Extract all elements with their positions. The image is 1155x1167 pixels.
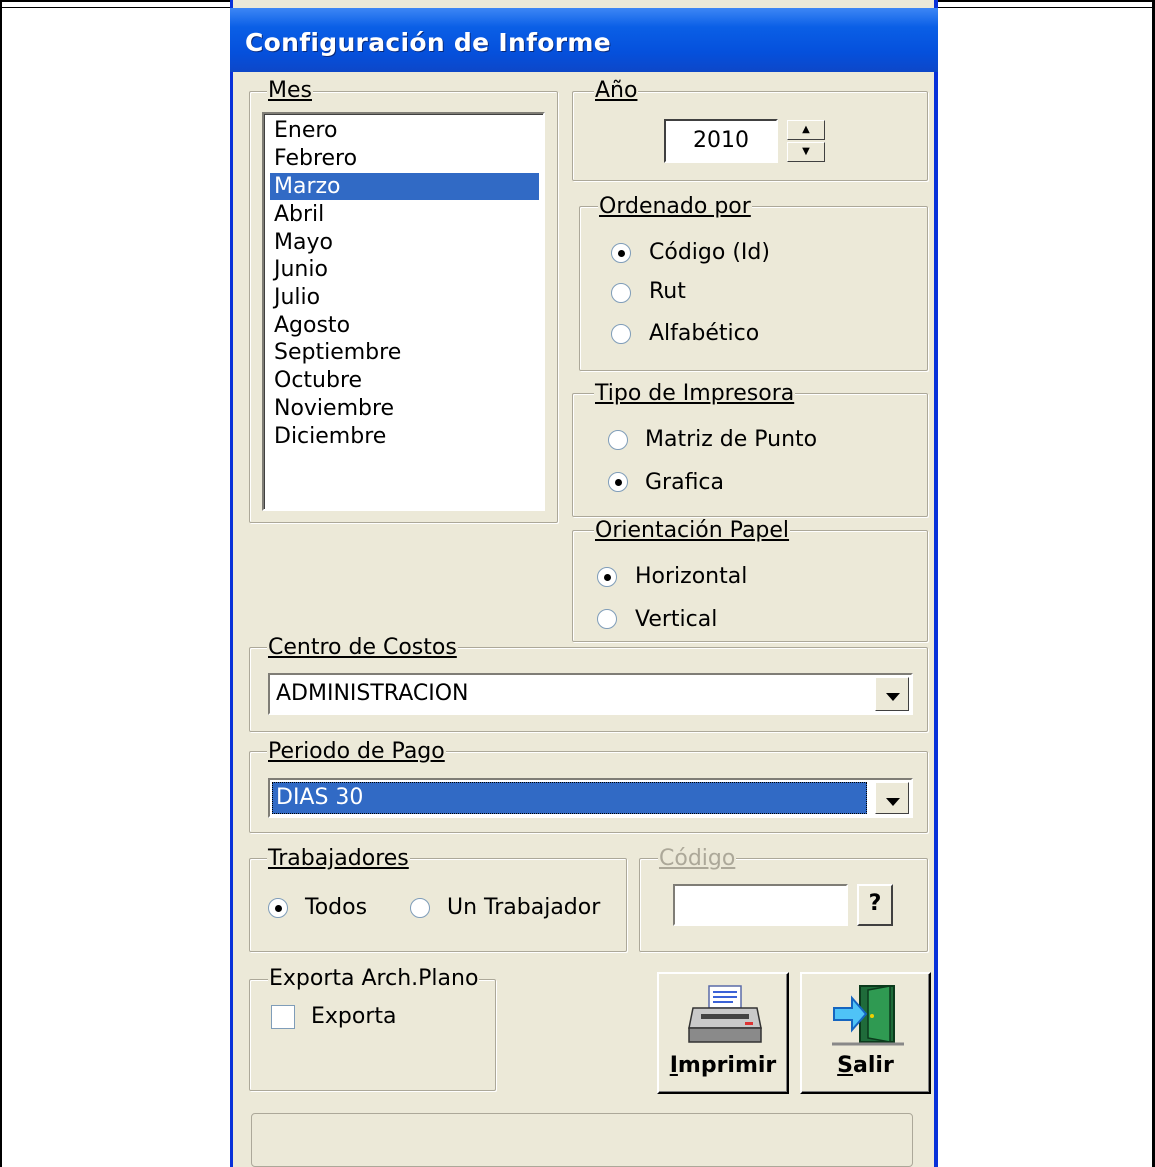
radio-rut-label: Rut xyxy=(649,279,686,304)
printer-icon xyxy=(688,985,762,1043)
radio-alfabetico[interactable] xyxy=(611,324,631,344)
centro-combo[interactable]: ADMINISTRACION xyxy=(268,673,913,715)
impresora-group xyxy=(572,393,928,517)
radio-alfabetico-label: Alfabético xyxy=(649,321,760,346)
imprimir-label: Imprimir xyxy=(659,1053,787,1078)
radio-todos[interactable] xyxy=(268,898,288,918)
radio-matriz-label: Matriz de Punto xyxy=(645,427,818,452)
imprimir-mnemonic: I xyxy=(669,1053,678,1078)
month-listbox[interactable]: Enero Febrero Marzo Abril Mayo Junio Jul… xyxy=(262,112,545,511)
year-up-button[interactable]: ▲ xyxy=(787,120,825,140)
radio-matriz[interactable] xyxy=(608,430,628,450)
month-item-selected[interactable]: Marzo xyxy=(270,173,539,200)
salir-label: Salir xyxy=(802,1053,929,1078)
ordenado-legend: Ordenado por xyxy=(598,194,752,220)
radio-todos-label: Todos xyxy=(305,895,368,920)
chevron-down-icon[interactable] xyxy=(875,677,909,711)
orientacion-legend: Orientación Papel xyxy=(594,518,791,544)
month-item[interactable]: Julio xyxy=(270,284,539,311)
codigo-input[interactable] xyxy=(673,884,848,926)
month-item[interactable]: Octubre xyxy=(270,367,539,394)
salir-label-rest: alir xyxy=(853,1053,894,1078)
frame-left-border xyxy=(0,0,2,1167)
radio-grafica-label: Grafica xyxy=(645,470,725,495)
month-item[interactable]: Noviembre xyxy=(270,395,539,422)
periodo-combo-value: DIAS 30 xyxy=(276,785,364,810)
radio-grafica[interactable] xyxy=(608,472,628,492)
status-bar xyxy=(251,1113,913,1167)
radio-un-trabajador[interactable] xyxy=(410,898,430,918)
centro-legend: Centro de Costos xyxy=(267,635,458,661)
anio-legend: Año xyxy=(594,78,639,104)
radio-horizontal-label: Horizontal xyxy=(635,564,748,589)
trabajadores-legend: Trabajadores xyxy=(267,846,410,872)
mes-legend: Mes xyxy=(267,78,313,104)
month-item[interactable]: Junio xyxy=(270,256,539,283)
radio-rut[interactable] xyxy=(611,283,631,303)
exit-door-icon xyxy=(832,985,904,1046)
orientacion-group xyxy=(572,530,928,642)
exporta-checkbox-label: Exporta xyxy=(311,1004,397,1029)
window-title: Configuración de Informe xyxy=(245,28,611,57)
month-item[interactable]: Agosto xyxy=(270,312,539,339)
month-item[interactable]: Febrero xyxy=(270,145,539,172)
window-right-edge xyxy=(934,0,938,1167)
codigo-legend: Código xyxy=(658,846,737,872)
chevron-down-icon[interactable] xyxy=(875,782,909,814)
codigo-lookup-button[interactable]: ? xyxy=(857,884,893,926)
radio-vertical[interactable] xyxy=(597,609,617,629)
radio-codigo[interactable] xyxy=(611,243,631,263)
month-item[interactable]: Mayo xyxy=(270,229,539,256)
window-left-edge xyxy=(230,0,233,1167)
year-input[interactable]: 2010 xyxy=(664,119,778,163)
imprimir-button[interactable]: Imprimir xyxy=(657,972,789,1094)
radio-codigo-label: Código (Id) xyxy=(649,240,770,265)
exporta-legend: Exporta Arch.Plano xyxy=(268,966,480,992)
exporta-checkbox[interactable] xyxy=(271,1005,295,1029)
impresora-legend: Tipo de Impresora xyxy=(594,381,796,407)
radio-horizontal[interactable] xyxy=(597,567,617,587)
radio-vertical-label: Vertical xyxy=(635,607,718,632)
year-down-button[interactable]: ▼ xyxy=(787,142,825,162)
imprimir-label-rest: mprimir xyxy=(677,1053,777,1078)
periodo-legend: Periodo de Pago xyxy=(267,739,446,765)
month-item[interactable]: Diciembre xyxy=(270,423,539,450)
exporta-group xyxy=(249,979,496,1091)
salir-button[interactable]: Salir xyxy=(800,972,931,1094)
radio-un-trabajador-label: Un Trabajador xyxy=(447,895,601,920)
salir-mnemonic: S xyxy=(837,1053,854,1078)
month-item[interactable]: Enero xyxy=(270,117,539,144)
centro-combo-value: ADMINISTRACION xyxy=(276,681,469,706)
month-item[interactable]: Abril xyxy=(270,201,539,228)
month-item[interactable]: Septiembre xyxy=(270,339,539,366)
periodo-combo[interactable]: DIAS 30 xyxy=(268,778,913,818)
